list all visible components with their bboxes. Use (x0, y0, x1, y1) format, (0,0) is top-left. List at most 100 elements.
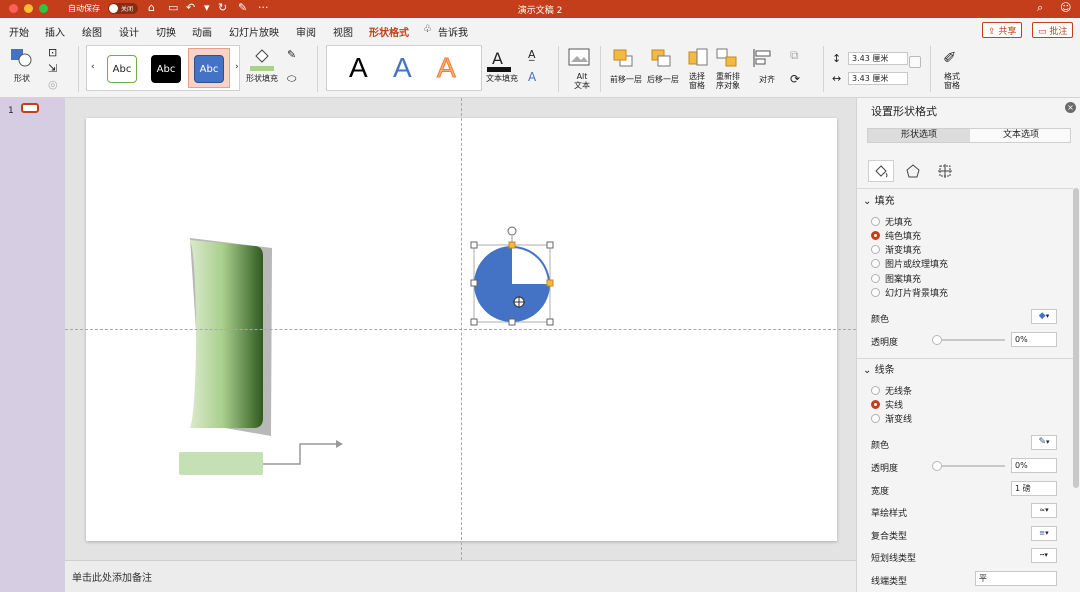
chevron-down-icon[interactable]: ▾ (204, 1, 210, 14)
tab-animations[interactable]: 动画 (192, 24, 212, 39)
edit-icon[interactable]: ✎ (238, 1, 247, 14)
shape-effects-icon[interactable]: ⬭ (287, 72, 296, 86)
tab-transitions[interactable]: 切换 (156, 24, 176, 39)
tab-slideshow[interactable]: 幻灯片放映 (229, 24, 279, 39)
style-outline-green[interactable]: Abc (107, 55, 137, 83)
search-icon[interactable]: ⌕ (1037, 1, 1043, 15)
notes-pane[interactable]: 单击此处添加备注 (65, 560, 856, 592)
line-transparency-input[interactable]: 0% (1011, 458, 1057, 473)
chevron-left-icon[interactable]: ‹ (91, 62, 95, 72)
wordart-orange[interactable]: A (437, 52, 457, 84)
alt-text-icon[interactable] (568, 48, 590, 69)
fill-color-picker[interactable]: ◆▾ (1031, 309, 1057, 324)
fill-option-gradient[interactable]: 渐变填充 (871, 243, 921, 256)
lock-aspect-toggle[interactable] (909, 56, 921, 68)
line-color-picker[interactable]: ✎▾ (1031, 435, 1057, 450)
shape-fill-icon[interactable] (250, 46, 274, 75)
elbow-connector[interactable] (263, 443, 336, 465)
horizontal-guide[interactable] (65, 329, 856, 330)
style-black[interactable]: Abc (151, 55, 181, 83)
fill-option-solid[interactable]: 纯色填充 (871, 229, 921, 242)
line-option-gradient[interactable]: 渐变线 (871, 412, 912, 425)
home-icon[interactable]: ⌂ (148, 1, 155, 14)
sketch-style-dropdown[interactable]: ≈▾ (1031, 503, 1057, 518)
share-button[interactable]: ⇪ 共享 (982, 22, 1023, 38)
resize-handle[interactable] (470, 241, 478, 249)
fill-option-slide-background[interactable]: 幻灯片背景填充 (871, 286, 948, 299)
merge-shapes-icon[interactable]: ◎ (48, 78, 58, 91)
adjust-handle[interactable] (508, 241, 516, 249)
tab-design[interactable]: 设计 (119, 24, 139, 39)
save-icon[interactable]: ▭ (168, 1, 178, 14)
effects-icon[interactable] (900, 160, 926, 182)
green-rectangle[interactable] (179, 452, 263, 475)
compound-type-dropdown[interactable]: ≡▾ (1031, 526, 1057, 541)
line-transparency-slider[interactable] (932, 461, 1005, 471)
tab-home[interactable]: 开始 (9, 24, 29, 39)
fill-option-none[interactable]: 无填充 (871, 215, 912, 228)
slider-knob[interactable] (932, 335, 942, 345)
fill-line-icon[interactable] (868, 160, 894, 182)
line-option-none[interactable]: 无线条 (871, 384, 912, 397)
text-outline-icon[interactable]: A̲ (528, 48, 536, 61)
fill-option-picture[interactable]: 图片或纹理填充 (871, 257, 948, 270)
resize-handle[interactable] (546, 318, 554, 326)
edit-shape-icon[interactable]: ⇲ (48, 62, 57, 75)
page-curl-shape[interactable] (190, 240, 263, 428)
send-backward-icon[interactable] (650, 48, 672, 71)
window-close-button[interactable] (9, 4, 18, 13)
wordart-blue[interactable]: A (393, 52, 412, 84)
tab-shape-format[interactable]: 形状格式 (369, 24, 409, 44)
redo-icon[interactable]: ↻ (218, 1, 227, 14)
comments-button[interactable]: ▭ 批注 (1032, 22, 1074, 38)
adjust-handle[interactable] (546, 279, 554, 287)
style-blue[interactable]: Abc (194, 55, 224, 83)
tab-view[interactable]: 视图 (333, 24, 353, 39)
pane-scrollbar[interactable] (1073, 188, 1079, 488)
text-effects-icon[interactable]: A (528, 70, 536, 84)
fill-section-header[interactable]: ⌄ 填充 (863, 192, 895, 207)
slide-thumbnail[interactable] (21, 103, 39, 113)
shapes-icon[interactable] (10, 47, 32, 70)
chevron-right-icon[interactable]: › (235, 62, 239, 72)
tab-review[interactable]: 审阅 (296, 24, 316, 39)
resize-handle[interactable] (470, 279, 478, 287)
resize-handle[interactable] (470, 318, 478, 326)
account-icon[interactable]: ☺ (1060, 1, 1071, 14)
wordart-black[interactable]: A (349, 52, 368, 84)
more-icon[interactable]: ··· (258, 1, 269, 14)
size-properties-icon[interactable] (932, 160, 958, 182)
line-width-input[interactable]: 1 磅 (1011, 481, 1057, 496)
fill-transparency-input[interactable]: 0% (1011, 332, 1057, 347)
line-option-solid[interactable]: 实线 (871, 398, 903, 411)
text-box-icon[interactable]: ⊡ (48, 46, 57, 59)
rotate-icon[interactable]: ⟳ (790, 72, 800, 86)
shape-width-input[interactable]: 3.43 厘米 (848, 72, 908, 85)
shape-height-input[interactable]: 3.43 厘米 (848, 52, 908, 65)
reorder-objects-icon[interactable] (716, 48, 738, 71)
tell-me-search[interactable]: 告诉我 (438, 24, 468, 39)
line-section-header[interactable]: ⌄ 线条 (863, 361, 895, 376)
autosave-toggle[interactable]: 关闭 (108, 3, 138, 14)
dash-type-dropdown[interactable]: ┅▾ (1031, 548, 1057, 563)
selection-pane-icon[interactable] (688, 48, 708, 71)
tab-insert[interactable]: 插入 (45, 24, 65, 39)
group-icon[interactable]: ⧉ (790, 48, 799, 63)
tab-text-options[interactable]: 文本选项 (970, 130, 1072, 141)
window-maximize-button[interactable] (39, 4, 48, 13)
slider-knob[interactable] (932, 461, 942, 471)
cap-type-dropdown[interactable]: 平 (975, 571, 1057, 586)
fill-transparency-slider[interactable] (932, 335, 1005, 345)
resize-handle[interactable] (508, 318, 516, 326)
window-minimize-button[interactable] (24, 4, 33, 13)
shape-outline-icon[interactable]: ✎ (287, 48, 296, 61)
align-icon[interactable] (752, 48, 774, 71)
bring-forward-icon[interactable] (612, 48, 634, 71)
close-icon[interactable]: × (1065, 102, 1076, 113)
rotation-handle[interactable] (507, 226, 517, 236)
undo-icon[interactable]: ↶ (186, 1, 195, 14)
fill-option-pattern[interactable]: 图案填充 (871, 272, 921, 285)
resize-handle[interactable] (546, 241, 554, 249)
tab-shape-options[interactable]: 形状选项 (868, 129, 970, 142)
tab-draw[interactable]: 绘图 (82, 24, 102, 39)
